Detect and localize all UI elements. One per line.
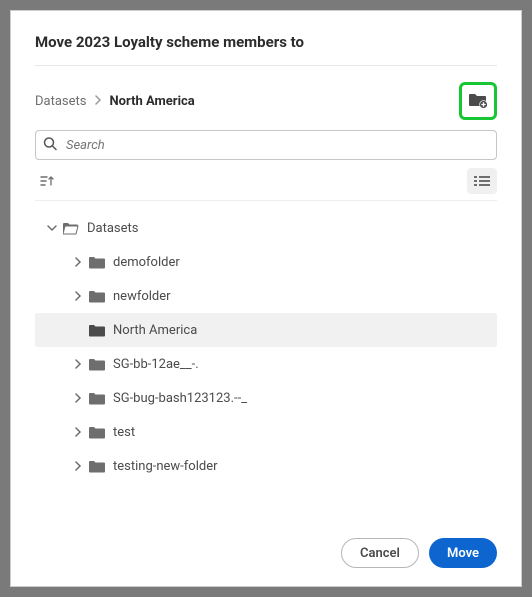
tree-row[interactable]: SG-bug-bash123123.--_ — [35, 381, 497, 415]
breadcrumb-root[interactable]: Datasets — [35, 94, 87, 109]
sort-icon — [40, 175, 56, 187]
sort-button[interactable] — [35, 170, 61, 192]
tree-row[interactable]: demofolder — [35, 245, 497, 279]
folder-icon — [89, 358, 105, 371]
chevron-right-icon[interactable] — [71, 289, 85, 303]
folder-icon — [89, 460, 105, 473]
search-input[interactable] — [35, 130, 497, 160]
tree-row-label: SG-bug-bash123123.--_ — [113, 391, 247, 406]
folder-add-icon — [468, 92, 488, 110]
chevron-right-icon[interactable] — [71, 391, 85, 405]
tree-row-label: newfolder — [113, 289, 171, 304]
tree-row-label: test — [113, 425, 135, 440]
folder-icon — [89, 426, 105, 439]
folder-tree: Datasets demofolder newfolder — [35, 211, 497, 526]
tree-row[interactable]: SG-bb-12ae__-. — [35, 347, 497, 381]
folder-icon — [89, 256, 105, 269]
view-list-button[interactable] — [467, 168, 497, 194]
tree-row-label: demofolder — [113, 255, 180, 270]
chevron-right-icon[interactable] — [71, 459, 85, 473]
tree-row-selected[interactable]: North America — [35, 313, 497, 347]
highlight-box — [459, 82, 497, 120]
folder-icon — [89, 324, 105, 337]
tree-row-label: Datasets — [87, 221, 139, 236]
move-button[interactable]: Move — [429, 538, 497, 568]
chevron-down-icon[interactable] — [45, 221, 59, 235]
search-wrap — [35, 130, 497, 160]
tree-row-label: North America — [113, 323, 197, 338]
chevron-right-icon[interactable] — [71, 357, 85, 371]
tree-root-row[interactable]: Datasets — [35, 211, 497, 245]
tree-row[interactable]: test — [35, 415, 497, 449]
chevron-right-icon[interactable] — [71, 425, 85, 439]
dialog-footer: Cancel Move — [35, 538, 497, 568]
tree-row-label: testing-new-folder — [113, 459, 218, 474]
search-icon — [43, 136, 57, 155]
topbar: Datasets North America — [35, 82, 497, 120]
dialog-title: Move 2023 Loyalty scheme members to — [35, 33, 497, 66]
create-folder-button[interactable] — [464, 87, 492, 115]
folder-open-icon — [63, 222, 79, 235]
tree-row-label: SG-bb-12ae__-. — [113, 357, 199, 372]
breadcrumb-current: North America — [110, 94, 195, 109]
tree-row[interactable]: testing-new-folder — [35, 449, 497, 483]
folder-icon — [89, 290, 105, 303]
tree-row[interactable]: newfolder — [35, 279, 497, 313]
move-dialog: Move 2023 Loyalty scheme members to Data… — [10, 10, 522, 587]
folder-icon — [89, 392, 105, 405]
list-toolbar — [35, 168, 497, 201]
chevron-right-icon[interactable] — [71, 255, 85, 269]
breadcrumb: Datasets North America — [35, 94, 195, 109]
cancel-button[interactable]: Cancel — [341, 538, 419, 568]
chevron-right-icon — [95, 94, 102, 109]
list-icon — [474, 175, 490, 187]
